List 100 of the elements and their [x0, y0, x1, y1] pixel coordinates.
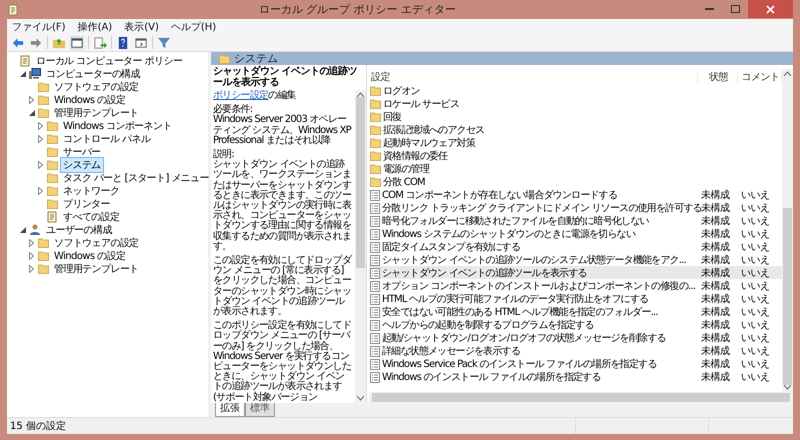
column-header[interactable]: 設定	[369, 70, 698, 84]
view-tab[interactable]: 標準	[245, 403, 275, 417]
table-row[interactable]: 回復	[369, 110, 782, 123]
table-cell-text: いいえ	[740, 241, 770, 254]
tree-item[interactable]: プリンター	[60, 196, 114, 212]
table-cell: HTML ヘルプの実行可能ファイルのデータ実行防止をオフにする	[369, 292, 698, 306]
vertical-scrollbar[interactable]	[782, 69, 793, 392]
view-tab[interactable]: 拡張	[215, 403, 245, 417]
collapsed-triangle-icon[interactable]	[38, 186, 43, 194]
document-icon	[370, 216, 380, 226]
table-cell-text: いいえ	[740, 228, 770, 241]
tree-item[interactable]: コントロール パネル	[60, 130, 154, 146]
table-row[interactable]: 分散リンク トラッキング クライアントにドメイン リソースの使用を許可する未構成 いいえ	[369, 201, 782, 214]
table-row[interactable]: COM コンポーネントが存在しない場合ダウンロードする 未構成 いいえ	[369, 188, 782, 201]
table-row[interactable]: 暗号化フォルダーに移動されたファイルを自動的に暗号化しない 未構成 いいえ	[369, 214, 782, 227]
tree-item[interactable]: ローカル コンピューター ポリシー	[33, 52, 186, 68]
export-list-icon[interactable]	[93, 36, 107, 50]
folder-icon	[370, 99, 381, 109]
vertical-scrollbar[interactable]	[355, 90, 366, 403]
collapsed-triangle-icon[interactable]	[38, 134, 43, 142]
scroll-up-icon[interactable]	[357, 92, 364, 97]
scroll-down-icon[interactable]	[784, 385, 791, 390]
table-row[interactable]: 拡張記憶域へのアクセス	[369, 123, 782, 136]
tree-item[interactable]: タスク バーと [スタート] メニュー	[60, 170, 212, 186]
window-title: ローカル グループ ポリシー エディター	[258, 2, 458, 17]
document-icon	[370, 228, 380, 240]
header-title: システム	[234, 51, 278, 66]
collapsed-triangle-icon[interactable]	[38, 122, 43, 130]
table-row[interactable]: ヘルプからの起動を制限するプログラムを指定する 未構成 いいえ	[369, 318, 782, 331]
menu-item[interactable]: 操作(A)	[78, 20, 112, 34]
table-row[interactable]: 詳細な状態メッセージを表示する 未構成 いいえ	[369, 344, 782, 357]
collapsed-triangle-icon[interactable]	[38, 160, 43, 168]
window-icon[interactable]	[134, 36, 148, 50]
table-cell: 起動/シャットダウン/ログオン/ログオフの状態メッセージを削除する	[369, 331, 698, 345]
document-icon	[370, 190, 380, 200]
table-row[interactable]: 電源の管理	[369, 162, 782, 175]
table-cell: オプション コンポーネントのインストールおよびコンポーネントの修復の...	[369, 279, 698, 293]
menu-item[interactable]: ヘルプ(H)	[170, 20, 216, 34]
tree-item[interactable]: ネットワーク	[60, 182, 122, 198]
expanded-triangle-icon[interactable]	[20, 226, 26, 232]
table-cell: 固定タイムスタンプを有効にする	[369, 240, 698, 254]
close-button[interactable]	[748, 0, 793, 18]
forward-arrow-icon[interactable]	[29, 36, 43, 50]
expanded-triangle-icon[interactable]	[28, 110, 34, 116]
collapsed-triangle-icon[interactable]	[29, 252, 34, 260]
table-row[interactable]: Windows Service Pack のインストール ファイルの場所を指定する 未構成 いいえ	[369, 357, 782, 370]
expanded-triangle-icon[interactable]	[20, 70, 26, 76]
horizontal-scrollbar[interactable]	[369, 392, 793, 403]
table-row[interactable]: オプション コンポーネントのインストールおよびコンポーネントの修復の... 未構成 いいえ	[369, 279, 782, 292]
table-row[interactable]: シャットダウン イベントの追跡ツールのシステム状態データ機能をアク... 未構成 いいえ	[369, 253, 782, 266]
table-row[interactable]: 安全ではない可能性のある HTML ヘルプ機能を指定のフォルダー... 未構成 いいえ	[369, 305, 782, 318]
help-icon[interactable]	[116, 36, 130, 50]
collapsed-triangle-icon[interactable]	[29, 96, 34, 104]
table-cell: Windows システムのシャットダウンのときに電源を切らない	[369, 227, 698, 241]
folder-icon	[370, 138, 381, 148]
table-row[interactable]: 資格情報の委任	[369, 149, 782, 162]
tree-item[interactable]: Windows の設定	[51, 92, 128, 108]
table-cell-text: 未構成	[700, 240, 730, 254]
table-row[interactable]: 固定タイムスタンプを有効にする 未構成 いいえ	[369, 240, 782, 253]
table-cell-text: いいえ	[740, 319, 770, 332]
tree-item[interactable]: サーバー	[60, 144, 104, 160]
tree-item[interactable]: Windows の設定	[51, 248, 128, 264]
tree-item[interactable]: 管理用テンプレート	[51, 104, 142, 120]
table-row[interactable]: 起動/シャットダウン/ログオン/ログオフの状態メッセージを削除する 未構成 いいえ	[369, 331, 782, 344]
pane-toggle-icon[interactable]	[70, 36, 84, 50]
scroll-down-icon[interactable]	[357, 396, 364, 401]
collapsed-triangle-icon[interactable]	[29, 264, 34, 272]
table-row[interactable]: ログオン	[369, 84, 782, 97]
table-cell: 拡張記憶域へのアクセス	[369, 123, 698, 137]
back-arrow-icon[interactable]	[11, 36, 25, 50]
table-row[interactable]: 分散 COM	[369, 175, 782, 188]
table-row[interactable]: Windows システムのシャットダウンのときに電源を切らない 未構成 いいえ	[369, 227, 782, 240]
close-icon	[766, 4, 775, 14]
scroll-document-icon	[20, 54, 31, 66]
tree-item[interactable]: 管理用テンプレート	[51, 260, 142, 276]
table-row[interactable]: HTML ヘルプの実行可能ファイルのデータ実行防止をオフにする 未構成 いいえ	[369, 292, 782, 305]
menu-item[interactable]: 表示(V)	[124, 20, 159, 34]
table-cell: ロケール サービス	[369, 97, 698, 111]
tree-item[interactable]: コンピューターの構成	[43, 66, 144, 82]
menu-item[interactable]: ファイル(F)	[12, 20, 66, 34]
tree-item[interactable]: ソフトウェアの設定	[51, 234, 142, 250]
tree-item[interactable]: Windows コンポーネント	[60, 118, 175, 134]
table-row[interactable]: 起動時マルウェア対策	[369, 136, 782, 149]
tree-item[interactable]: ソフトウェアの設定	[51, 78, 142, 94]
table-cell: 起動時マルウェア対策	[369, 136, 698, 150]
table-cell-text: 未構成	[700, 370, 730, 384]
tree-item[interactable]: システム	[60, 156, 104, 172]
tree-item[interactable]: ユーザーの構成	[43, 222, 115, 238]
table-row[interactable]: Windows のインストール ファイルの場所を指定する 未構成 いいえ	[369, 370, 782, 383]
table-cell-text: いいえ	[740, 332, 770, 345]
table-cell: 回復	[369, 110, 698, 124]
collapsed-triangle-icon[interactable]	[29, 238, 34, 246]
column-header[interactable]: 状態	[698, 70, 738, 84]
table-row[interactable]: ロケール サービス	[369, 97, 782, 110]
selected-table-row[interactable]: シャットダウン イベントの追跡ツールを表示する 未構成 いいえ	[369, 266, 782, 279]
table-cell: 安全ではない可能性のある HTML ヘルプ機能を指定のフォルダー...	[369, 305, 698, 319]
table-cell-text: いいえ	[740, 202, 770, 215]
tree-item[interactable]: すべての設定	[60, 208, 122, 224]
scroll-up-icon[interactable]	[784, 71, 791, 76]
document-icon	[370, 320, 380, 330]
